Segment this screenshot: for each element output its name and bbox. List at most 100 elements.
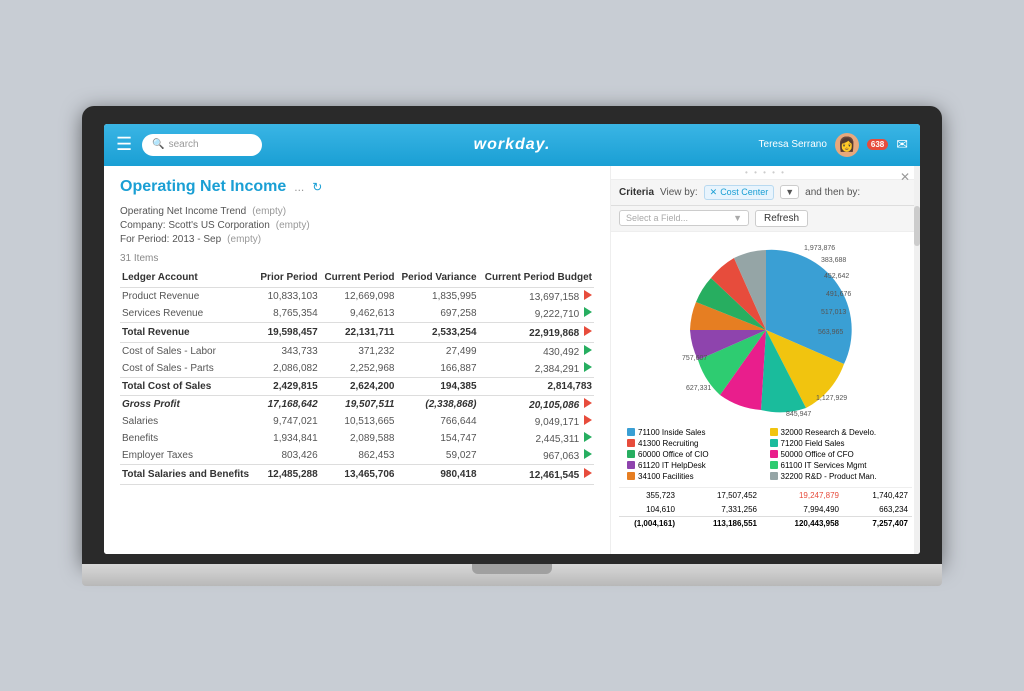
criteria-label: Criteria <box>619 187 654 198</box>
cell-account: Total Cost of Sales <box>120 377 256 395</box>
cell-prior: 2,086,082 <box>256 360 320 378</box>
cell-current: 862,453 <box>320 447 397 465</box>
meta-row-3: For Period: 2013 - Sep (empty) <box>120 234 594 245</box>
total-cost-row: Total Cost of Sales 2,429,815 2,624,200 … <box>120 377 594 395</box>
notification-badge: 638 <box>867 139 888 150</box>
scrollbar-thumb[interactable] <box>914 206 920 246</box>
pie-label-1: 383,688 <box>821 257 846 264</box>
close-panel-button[interactable]: ✕ <box>900 170 910 184</box>
col-header-variance: Period Variance <box>396 268 478 288</box>
view-by-label: View by: <box>660 187 698 198</box>
hamburger-icon[interactable]: ☰ <box>116 134 132 155</box>
meta-label-2: Company: Scott's US Corporation <box>120 220 270 231</box>
legend-color-5 <box>627 450 635 458</box>
refresh-small-icon[interactable]: ↻ <box>312 180 322 194</box>
page-title-row: Operating Net Income ... ↻ <box>120 178 594 196</box>
field-select[interactable]: Select a Field... ▼ <box>619 210 749 226</box>
cell-account: Benefits <box>120 430 256 447</box>
cost-center-close[interactable]: ✕ <box>710 187 718 198</box>
cell-budget: 967,063 <box>479 447 594 465</box>
cell-variance: 59,027 <box>396 447 478 465</box>
table-row: Product Revenue 10,833,103 12,669,098 1,… <box>120 287 594 305</box>
table-row: Cost of Sales - Labor 343,733 371,232 27… <box>120 342 594 360</box>
page-title: Operating Net Income <box>120 178 286 196</box>
refresh-button[interactable]: Refresh <box>755 210 808 227</box>
extra-cell-6: 7,331,256 <box>679 505 757 514</box>
bell-icon[interactable]: ✉ <box>896 136 908 153</box>
flag-icon <box>584 307 592 317</box>
cell-prior: 8,765,354 <box>256 305 320 323</box>
legend-item-7: 61120 IT HelpDesk <box>627 461 762 470</box>
meta-value-1: (empty) <box>252 206 286 217</box>
flag-icon <box>584 345 592 355</box>
legend-label-2: 32000 Research & Develo. <box>781 428 877 437</box>
pie-label-6: 627,331 <box>686 385 711 392</box>
flag-icon <box>584 290 592 300</box>
search-bar[interactable]: 🔍 search <box>142 134 262 156</box>
legend-item-6: 50000 Office of CFO <box>770 450 905 459</box>
extra-cell-2: 17,507,452 <box>679 491 757 500</box>
legend-color-7 <box>627 461 635 469</box>
legend-item-10: 32200 R&D - Product Man. <box>770 472 905 481</box>
legend-label-1: 71100 Inside Sales <box>638 428 705 437</box>
cell-budget: 13,697,158 <box>479 287 594 305</box>
cost-center-dropdown[interactable]: ▼ <box>780 185 799 199</box>
extra-cell-5: 104,610 <box>623 505 675 514</box>
app-content: Operating Net Income ... ↻ Operating Net… <box>104 166 920 554</box>
chart-legend: 71100 Inside Sales 32000 Research & Deve… <box>619 428 912 481</box>
extra-cell-4: 1,740,427 <box>843 491 908 500</box>
dotted-divider: • • • • • <box>611 166 920 180</box>
app-header: ☰ 🔍 search workday. Teresa Serrano 👩 638… <box>104 124 920 166</box>
cell-budget: 2,445,311 <box>479 430 594 447</box>
cost-center-tag[interactable]: ✕ Cost Center <box>704 185 775 200</box>
legend-label-5: 60000 Office of CIO <box>638 450 709 459</box>
cell-account: Employer Taxes <box>120 447 256 465</box>
pie-label-7: 757,607 <box>682 355 707 362</box>
pie-chart: 383,688 452,642 491,676 517,013 563,965 … <box>666 240 866 420</box>
criteria-bar: Criteria View by: ✕ Cost Center ▼ and th… <box>611 180 920 206</box>
chart-area: 383,688 452,642 491,676 517,013 563,965 … <box>611 232 920 538</box>
legend-color-8 <box>770 461 778 469</box>
laptop-base <box>82 564 942 586</box>
cell-prior: 12,485,288 <box>256 464 320 484</box>
cell-budget: 2,384,291 <box>479 360 594 378</box>
legend-color-4 <box>770 439 778 447</box>
extra-total-4: 7,257,407 <box>843 519 908 528</box>
title-options[interactable]: ... <box>294 180 304 194</box>
table-row: Benefits 1,934,841 2,089,588 154,747 2,4… <box>120 430 594 447</box>
extra-cell-8: 663,234 <box>843 505 908 514</box>
extra-data-row-1: 355,723 17,507,452 19,247,879 1,740,427 <box>619 487 912 503</box>
col-header-prior: Prior Period <box>256 268 320 288</box>
meta-value-2: (empty) <box>276 220 310 231</box>
legend-label-6: 50000 Office of CFO <box>781 450 854 459</box>
legend-label-8: 61100 IT Services Mgmt <box>781 461 867 470</box>
main-panel: Operating Net Income ... ↻ Operating Net… <box>104 166 610 554</box>
cell-current: 12,669,098 <box>320 287 397 305</box>
search-input[interactable]: search <box>169 139 199 150</box>
meta-label-3: For Period: 2013 - Sep <box>120 234 221 245</box>
workday-logo: workday. <box>474 136 551 154</box>
cell-prior: 17,168,642 <box>256 395 320 413</box>
cost-center-label: Cost Center <box>720 187 768 197</box>
pie-label-5: 563,965 <box>818 329 843 336</box>
pie-label-10: 1,973,876 <box>804 245 835 252</box>
cell-account: Total Revenue <box>120 322 256 342</box>
cell-current: 2,624,200 <box>320 377 397 395</box>
items-count: 31 Items <box>120 253 594 264</box>
flag-icon <box>584 468 592 478</box>
legend-label-10: 32200 R&D - Product Man. <box>781 472 877 481</box>
criteria-second-row: Select a Field... ▼ Refresh <box>611 206 920 232</box>
cell-prior: 9,747,021 <box>256 413 320 430</box>
legend-color-1 <box>627 428 635 436</box>
col-header-account: Ledger Account <box>120 268 256 288</box>
avatar: 👩 <box>835 133 859 157</box>
legend-color-6 <box>770 450 778 458</box>
meta-label-1: Operating Net Income Trend <box>120 206 246 217</box>
cell-prior: 19,598,457 <box>256 322 320 342</box>
cell-prior: 343,733 <box>256 342 320 360</box>
laptop-notch <box>472 564 552 574</box>
cell-budget: 9,222,710 <box>479 305 594 323</box>
cell-variance: 194,385 <box>396 377 478 395</box>
pie-chart-container: 383,688 452,642 491,676 517,013 563,965 … <box>619 240 912 420</box>
cell-account: Services Revenue <box>120 305 256 323</box>
